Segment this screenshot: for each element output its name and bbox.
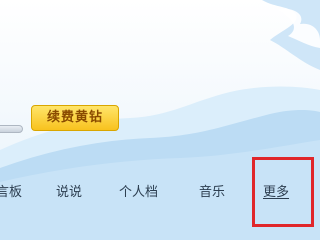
progress-slider-handle[interactable] — [0, 125, 23, 133]
nav-item-shuoshuo[interactable]: 说说 — [56, 184, 82, 202]
highlight-box — [252, 157, 314, 227]
nav-item-message-board[interactable]: 言板 — [0, 184, 22, 202]
nav-item-profile[interactable]: 个人档 — [119, 184, 158, 202]
renew-yellow-diamond-button[interactable]: 续费黄钻 — [31, 105, 119, 131]
nav-item-music[interactable]: 音乐 — [199, 184, 225, 202]
